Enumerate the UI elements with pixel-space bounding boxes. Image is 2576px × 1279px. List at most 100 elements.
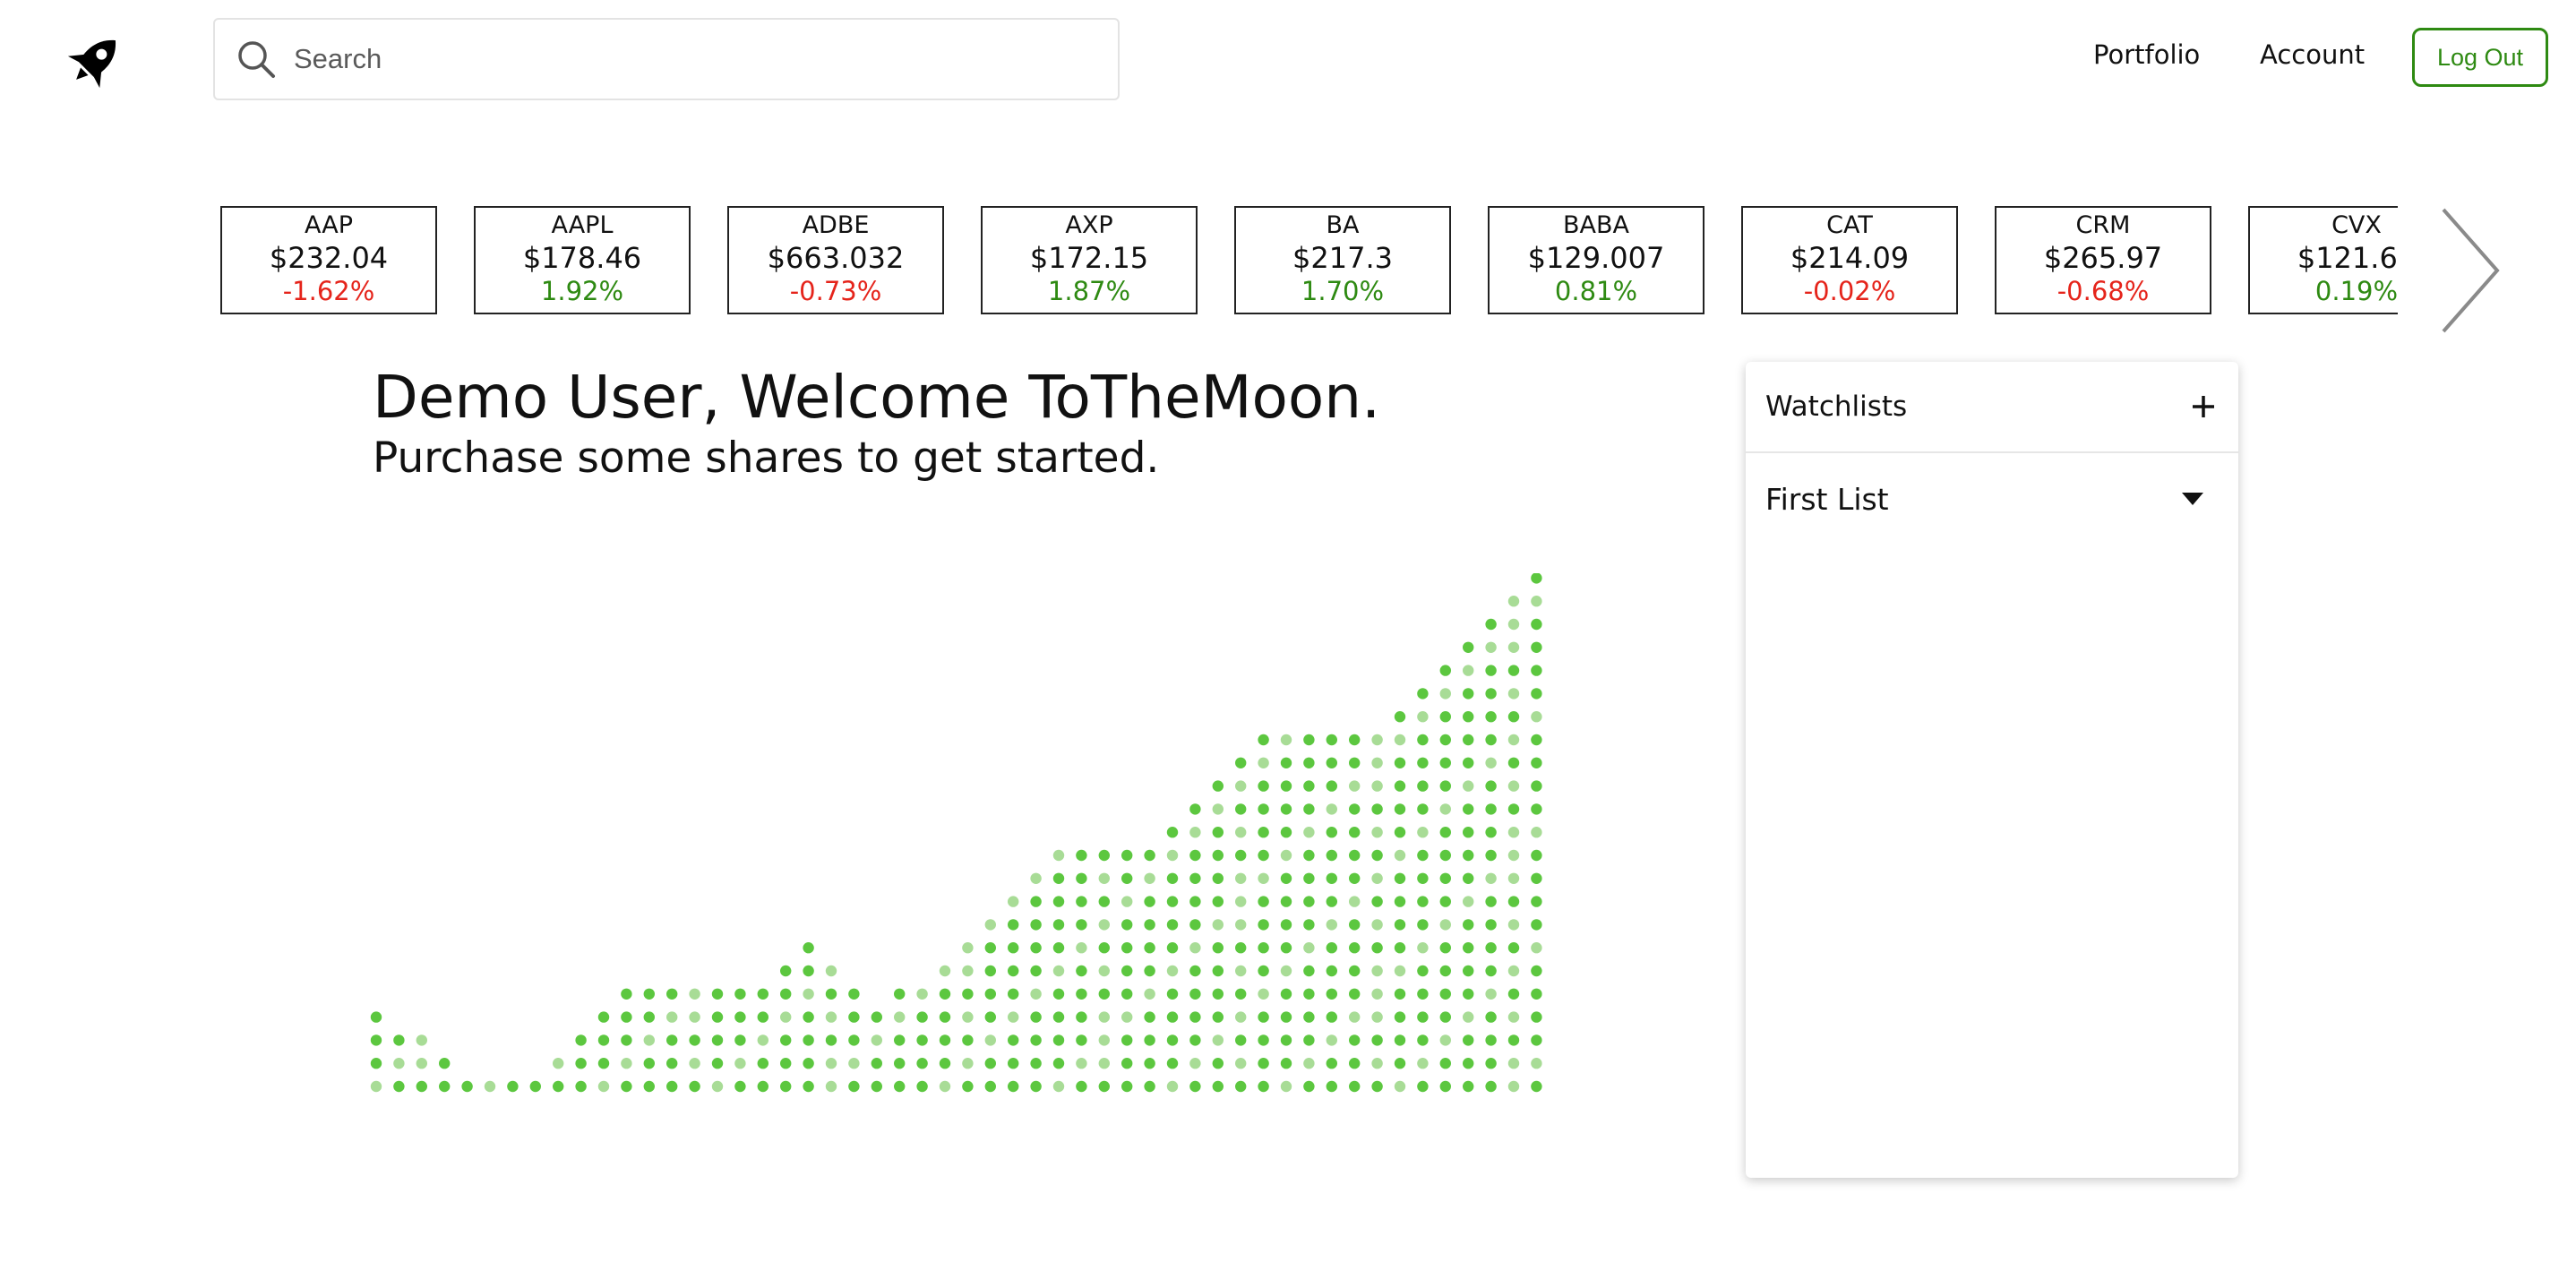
chart-dot (1439, 665, 1452, 676)
chart-dot (1394, 849, 1406, 862)
chart-dot (1235, 896, 1247, 907)
chart-dot (757, 1058, 769, 1069)
chart-dot (803, 1034, 814, 1046)
ticker-card-cvx[interactable]: CVX $121.62 0.19% (2248, 206, 2398, 314)
chart-dot (1258, 919, 1269, 931)
chart-dot (1371, 919, 1383, 931)
chart-dot (1349, 942, 1361, 954)
chart-dot (734, 1080, 746, 1093)
search-bar[interactable] (213, 18, 1120, 100)
logout-button[interactable]: Log Out (2412, 28, 2548, 87)
ticker-symbol: AAP (305, 211, 353, 239)
chart-dot (1371, 757, 1383, 768)
ticker-card-axp[interactable]: AXP $172.15 1.87% (981, 206, 1198, 314)
chart-dot (393, 1034, 405, 1046)
chart-dot (1280, 803, 1292, 815)
chart-dot (1326, 1058, 1338, 1069)
chart-dot (1008, 988, 1019, 1000)
chart-dot (1531, 849, 1542, 862)
chart-dot (1052, 1011, 1065, 1023)
chart-dot (1098, 1034, 1110, 1046)
chart-dot (1394, 919, 1406, 931)
chart-dot (1371, 780, 1383, 792)
search-input[interactable] (292, 42, 1084, 76)
chart-dot (1235, 1058, 1247, 1069)
chevron-right-icon[interactable] (2438, 204, 2503, 337)
ticker-card-cat[interactable]: CAT $214.09 -0.02% (1741, 206, 1958, 314)
chart-dot (984, 1058, 996, 1069)
chart-dot (575, 1080, 587, 1093)
chart-dot (1507, 596, 1520, 607)
chart-dot (848, 988, 860, 1000)
plus-icon[interactable] (2188, 391, 2219, 422)
chart-dot (1189, 872, 1201, 884)
chart-dot (1531, 942, 1542, 954)
chart-dot (1166, 849, 1179, 862)
chart-dot (484, 1080, 496, 1093)
chart-dot (1417, 711, 1429, 723)
chart-dot (1326, 757, 1338, 768)
chart-dot (1212, 942, 1224, 954)
chart-dot (1463, 803, 1474, 815)
chart-dot (984, 1011, 996, 1023)
nav-account-link[interactable]: Account (2260, 39, 2365, 70)
ticker-price: $663.032 (767, 241, 905, 275)
chart-dot (939, 965, 951, 977)
chart-dot (1349, 896, 1361, 907)
chart-dot (711, 988, 724, 1000)
chart-dot (1098, 872, 1110, 884)
chart-dot (689, 1034, 700, 1046)
chart-dot (1439, 1058, 1452, 1069)
chart-dot (1531, 896, 1542, 907)
chart-dot (416, 1080, 427, 1093)
caret-down-icon[interactable] (2179, 490, 2206, 508)
chart-dot (1008, 1011, 1019, 1023)
chart-dot (1485, 688, 1497, 700)
chart-dot (803, 1011, 814, 1023)
chart-dot (757, 1011, 769, 1023)
chart-dot (1166, 919, 1179, 931)
chart-dot (1189, 827, 1201, 838)
chart-dot (1076, 849, 1087, 862)
nav-portfolio-link[interactable]: Portfolio (2093, 39, 2200, 70)
chart-dot (984, 1080, 996, 1093)
chart-dot (1507, 896, 1520, 907)
chart-dot (1394, 827, 1406, 838)
chart-dot (1349, 780, 1361, 792)
chart-dot (666, 1080, 678, 1093)
ticker-card-ba[interactable]: BA $217.3 1.70% (1234, 206, 1451, 314)
chart-dot (1303, 896, 1315, 907)
ticker-card-baba[interactable]: BABA $129.007 0.81% (1488, 206, 1704, 314)
chart-dot (1144, 1034, 1155, 1046)
chart-dot (621, 1080, 632, 1093)
chart-dot (1212, 896, 1224, 907)
chart-dot (1463, 711, 1474, 723)
chart-dot (1303, 919, 1315, 931)
chart-dot (1463, 988, 1474, 1000)
chart-dot (1098, 919, 1110, 931)
chart-dot (1485, 780, 1497, 792)
chart-dot (1417, 1011, 1429, 1023)
chart-dot (370, 1080, 382, 1093)
chart-dot (1166, 896, 1179, 907)
ticker-card-crm[interactable]: CRM $265.97 -0.68% (1995, 206, 2211, 314)
ticker-card-adbe[interactable]: ADBE $663.032 -0.73% (727, 206, 944, 314)
chart-dot (1052, 988, 1065, 1000)
ticker-card-aapl[interactable]: AAPL $178.46 1.92% (474, 206, 691, 314)
watchlist-item[interactable]: First List (1746, 453, 2238, 545)
ticker-card-aap[interactable]: AAP $232.04 -1.62% (220, 206, 437, 314)
chart-dot (1098, 1080, 1110, 1093)
rocket-logo-icon[interactable] (64, 30, 127, 90)
chart-dot (1280, 1058, 1292, 1069)
chart-dot (529, 1080, 541, 1093)
chart-dot (1303, 1011, 1315, 1023)
chart-dot (711, 1058, 724, 1069)
chart-dot (1052, 872, 1065, 884)
chart-dot (1507, 872, 1520, 884)
chart-dot (1076, 1080, 1087, 1093)
chart-dot (1030, 919, 1042, 931)
chart-dot (1531, 1011, 1542, 1023)
watchlists-title: Watchlists (1765, 391, 1908, 423)
chart-dot (962, 1034, 974, 1046)
chart-dot (643, 1011, 655, 1023)
